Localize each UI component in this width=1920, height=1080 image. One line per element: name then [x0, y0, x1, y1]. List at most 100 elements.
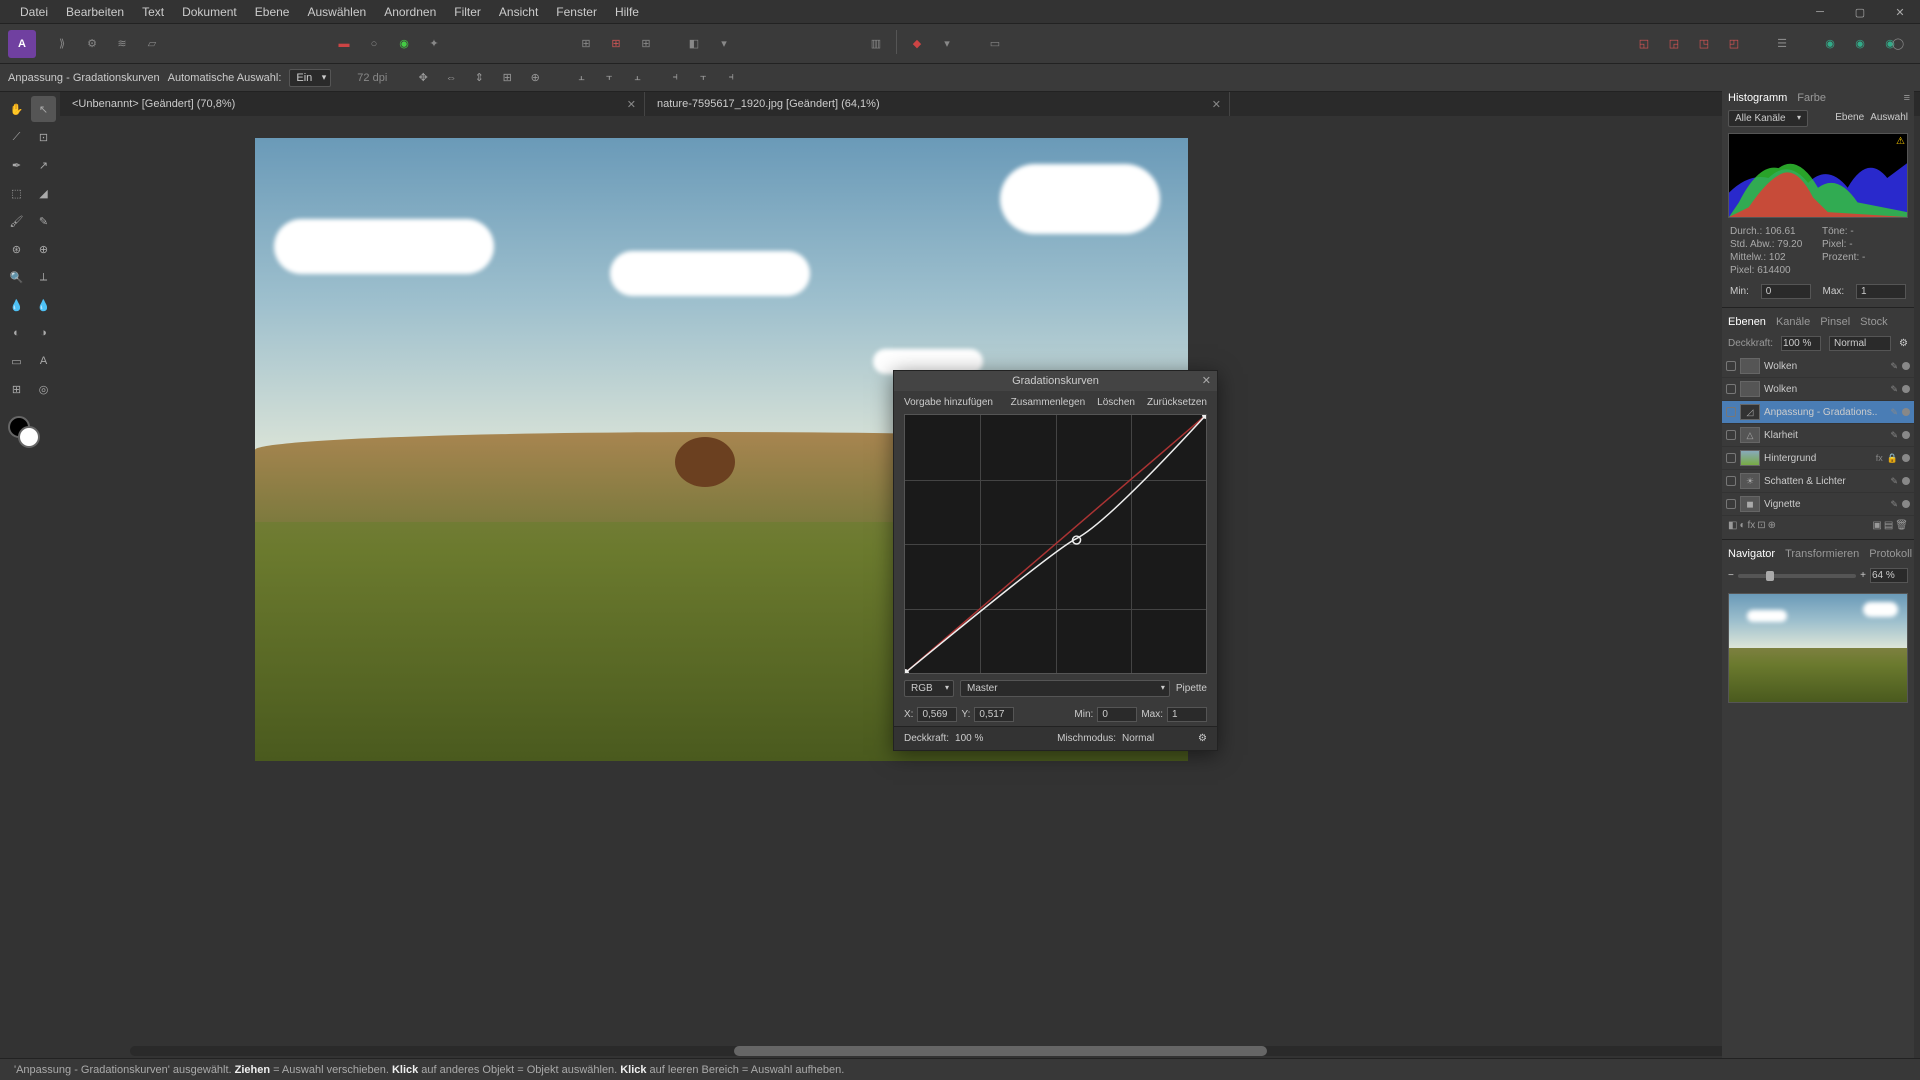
menu-filter[interactable]: Filter — [454, 5, 481, 19]
layer-row[interactable]: ☀ Schatten & Lichter ✎ — [1722, 470, 1914, 493]
pencil-tool[interactable]: ✎ — [31, 208, 56, 234]
master-select[interactable]: Master — [960, 680, 1170, 697]
align-right-icon[interactable]: ⫠ — [627, 68, 647, 88]
layer-dot-icon[interactable] — [1902, 477, 1910, 485]
layer-link-icon[interactable]: ⊕ — [1768, 520, 1776, 531]
menu-fenster[interactable]: Fenster — [556, 5, 597, 19]
color-wheel-icon[interactable]: ◉ — [390, 30, 418, 58]
y-input[interactable] — [974, 707, 1014, 722]
color-swatch[interactable] — [4, 412, 44, 452]
gear-icon[interactable]: ⚙ — [1198, 733, 1207, 744]
lasso-tool[interactable]: ⟋ — [4, 124, 29, 150]
edit-icon[interactable]: ✎ — [1890, 361, 1898, 372]
move-icon[interactable]: ✥ — [413, 68, 433, 88]
circle-tool-icon[interactable]: ○ — [360, 30, 388, 58]
curves-graph[interactable] — [904, 414, 1207, 674]
record-icon[interactable]: ◆ — [903, 30, 931, 58]
tab-stock[interactable]: Stock — [1860, 316, 1888, 328]
visibility-icon[interactable] — [1726, 430, 1736, 440]
align-left-icon[interactable]: ⫠ — [571, 68, 591, 88]
merge-button[interactable]: Zusammenlegen — [1011, 397, 1085, 408]
crop-tool[interactable]: ⊡ — [31, 124, 56, 150]
hand-tool[interactable]: ✋ — [4, 96, 29, 122]
persona-liquify-icon[interactable]: ⚙ — [78, 30, 106, 58]
dropdown-icon[interactable]: ▾ — [710, 30, 738, 58]
menu-ebene[interactable]: Ebene — [255, 5, 290, 19]
x-input[interactable] — [917, 707, 957, 722]
reset-button[interactable]: Zurücksetzen — [1147, 397, 1207, 408]
node-tool[interactable]: ↗ — [31, 152, 56, 178]
persona-export-icon[interactable]: ▱ — [138, 30, 166, 58]
swatch-red-icon[interactable]: ▬ — [330, 30, 358, 58]
layer-row[interactable]: ◿ Anpassung - Gradations.. ✎ — [1722, 401, 1914, 424]
chevron-down-icon[interactable]: ▾ — [933, 30, 961, 58]
persona-develop-icon[interactable]: ≋ — [108, 30, 136, 58]
tab-doc2[interactable]: nature-7595617_1920.jpg [Geändert] (64,1… — [645, 92, 1230, 116]
curve-max-input[interactable] — [1167, 707, 1207, 722]
align-icon[interactable]: ☰ — [1768, 30, 1796, 58]
layer-row[interactable]: ◼ Vignette ✎ — [1722, 493, 1914, 516]
move-tool[interactable]: ↖ — [31, 96, 56, 122]
ring-tool[interactable]: ◎ — [31, 376, 56, 402]
wand-icon[interactable]: ✦ — [420, 30, 448, 58]
pipette-button[interactable]: Pipette — [1176, 683, 1207, 694]
order-2-icon[interactable]: ◉ — [1846, 30, 1874, 58]
edit-icon[interactable]: ✎ — [1890, 384, 1898, 395]
mask-icon[interactable]: ◧ — [680, 30, 708, 58]
layer-crop-icon[interactable]: ⊡ — [1757, 520, 1765, 531]
layer-mask-icon[interactable]: ◧ — [1728, 520, 1737, 531]
app-logo-icon[interactable]: A — [8, 30, 36, 58]
auto-select-dropdown[interactable]: Ein — [289, 69, 331, 87]
add-preset-button[interactable]: Vorgabe hinzufügen — [904, 397, 993, 408]
flood-tool[interactable]: ◢ — [31, 180, 56, 206]
menu-bearbeiten[interactable]: Bearbeiten — [66, 5, 124, 19]
arrange-3-icon[interactable]: ◳ — [1690, 30, 1718, 58]
picker-tool[interactable]: 💧 — [4, 292, 29, 318]
menu-anordnen[interactable]: Anordnen — [384, 5, 436, 19]
max-input[interactable] — [1856, 284, 1906, 299]
brush-tool[interactable]: 🖌 — [4, 208, 29, 234]
close-tab-icon[interactable]: ✕ — [1212, 98, 1221, 111]
link-auswahl[interactable]: Auswahl — [1870, 112, 1908, 123]
arrange-1-icon[interactable]: ◱ — [1630, 30, 1658, 58]
edit-icon[interactable]: ✎ — [1890, 499, 1898, 510]
tab-histogram[interactable]: Histogramm — [1728, 92, 1787, 104]
tab-navigator[interactable]: Navigator — [1728, 548, 1775, 560]
minimize-button[interactable]: ─ — [1800, 0, 1840, 24]
zoom-tool[interactable]: 🔍 — [4, 264, 29, 290]
text-tool[interactable]: A — [31, 348, 56, 374]
panel-menu-icon[interactable]: ≡ — [1904, 92, 1910, 104]
zoom-input[interactable] — [1870, 568, 1908, 583]
pen-tool[interactable]: ✒ — [4, 152, 29, 178]
tab-farbe[interactable]: Farbe — [1797, 92, 1826, 104]
camera-icon[interactable]: ▭ — [981, 30, 1009, 58]
navigator-preview[interactable] — [1728, 593, 1908, 703]
clone-tool[interactable]: ⊛ — [4, 236, 29, 262]
close-button[interactable]: ✕ — [1880, 0, 1920, 24]
dodge-tool[interactable]: ◑ — [31, 320, 56, 346]
menu-ansicht[interactable]: Ansicht — [499, 5, 538, 19]
account-icon[interactable]: ◯ — [1884, 30, 1912, 58]
persona-photo-icon[interactable]: ⟫ — [48, 30, 76, 58]
opacity-input[interactable] — [1781, 336, 1821, 351]
fx-icon[interactable]: fx — [1876, 453, 1883, 463]
measure-tool[interactable]: ⟂ — [31, 264, 56, 290]
zoom-out-icon[interactable]: − — [1728, 570, 1734, 581]
edit-icon[interactable]: ✎ — [1890, 407, 1898, 418]
menu-auswaehlen[interactable]: Auswählen — [307, 5, 366, 19]
tab-transformieren[interactable]: Transformieren — [1785, 548, 1859, 560]
zoom-in-icon[interactable]: + — [1860, 570, 1866, 581]
flip-v-icon[interactable]: ⇕ — [469, 68, 489, 88]
edit-icon[interactable]: ✎ — [1890, 476, 1898, 487]
layer-dot-icon[interactable] — [1902, 408, 1910, 416]
visibility-icon[interactable] — [1726, 384, 1736, 394]
layer-row[interactable]: Wolken ✎ — [1722, 378, 1914, 401]
grid-snap-icon[interactable]: ⊞ — [497, 68, 517, 88]
h-scrollbar[interactable] — [130, 1046, 1906, 1056]
layer-adjust-icon[interactable]: ◐ — [1739, 520, 1745, 531]
marquee-tool[interactable]: ⬚ — [4, 180, 29, 206]
blend-mode-dropdown[interactable]: Normal — [1829, 336, 1891, 351]
layer-row[interactable]: △ Klarheit ✎ — [1722, 424, 1914, 447]
heal-tool[interactable]: ⊕ — [31, 236, 56, 262]
grid-icon[interactable]: ⊞ — [572, 30, 600, 58]
